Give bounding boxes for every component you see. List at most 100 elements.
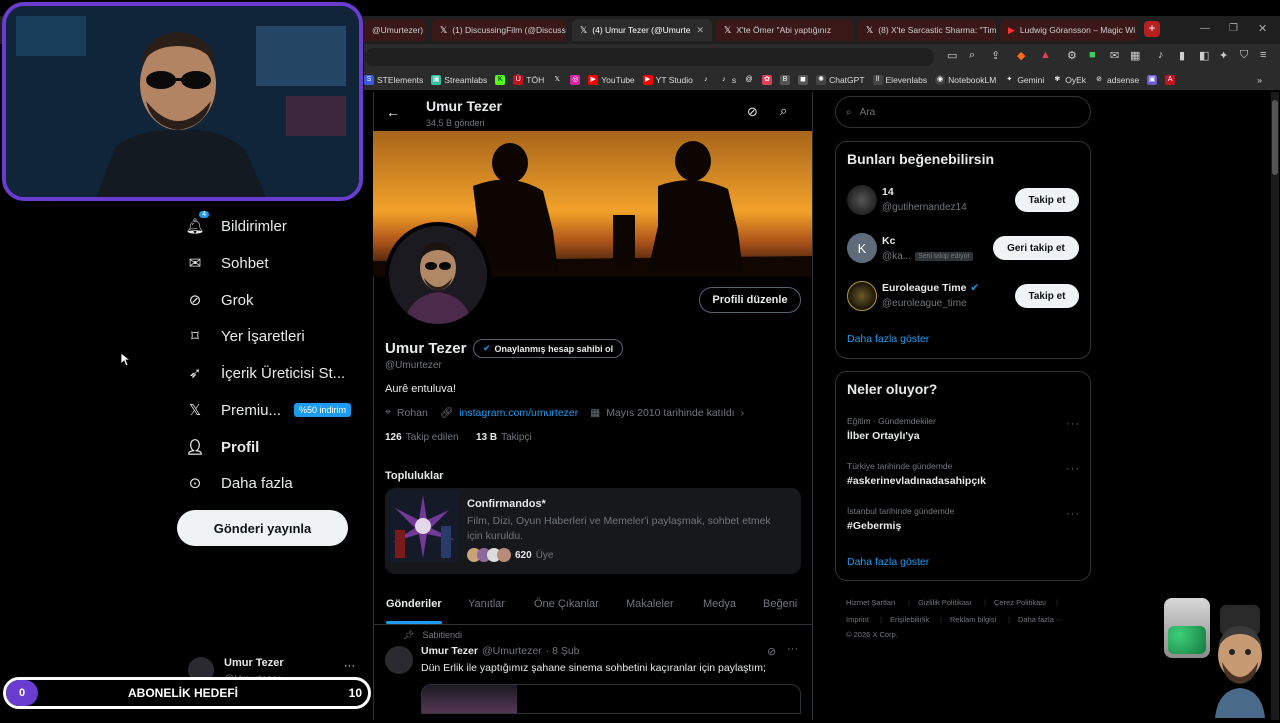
bookmark[interactable]: B bbox=[780, 75, 791, 85]
bookmark[interactable]: ✺ ChatGPT bbox=[816, 75, 865, 85]
footer-link-ads-info[interactable]: Reklam bilgisi bbox=[950, 615, 996, 624]
nav-creator-studio[interactable]: ➶ İçerik Üreticisi St... bbox=[186, 364, 345, 383]
browser-tab[interactable]: 𝕏 (1) DiscussingFilm (@Discussi bbox=[432, 19, 566, 41]
trend-topic[interactable]: İlber Ortaylı'ya bbox=[847, 430, 920, 442]
bookmark[interactable]: 𝕏 bbox=[552, 75, 562, 85]
bookmark[interactable]: ✦ Gemini bbox=[1004, 75, 1044, 85]
trend-more-icon[interactable]: ··· bbox=[1066, 508, 1080, 520]
nav-profile[interactable]: 👤︎ Profil bbox=[185, 438, 259, 457]
tab-media[interactable]: Medya bbox=[703, 598, 736, 610]
footer-link-imprint[interactable]: Imprint bbox=[846, 615, 869, 624]
bookmark[interactable]: ◎ bbox=[570, 75, 581, 85]
footer-link-more[interactable]: Daha fazla ··· bbox=[1018, 615, 1063, 624]
share-icon[interactable]: ⇪ bbox=[991, 49, 1000, 62]
search-input[interactable]: ⌕ Ara bbox=[835, 96, 1091, 128]
bookmark[interactable]: ♪ bbox=[701, 75, 711, 85]
browser-tab[interactable]: 𝕏 X'te Ömer "Abi yaptığınız bbox=[716, 19, 854, 41]
bookmark[interactable]: Ü TÖH bbox=[513, 75, 544, 85]
profile-avatar[interactable] bbox=[385, 222, 491, 328]
search-icon[interactable]: ⌕ bbox=[780, 103, 787, 119]
browser-tab[interactable]: 𝕏 (8) X'te Sarcastic Sharma: "Tim bbox=[858, 19, 996, 41]
bookmark[interactable]: ♪ s bbox=[719, 75, 736, 85]
footer-link-cookies[interactable]: Çerez Politikası bbox=[994, 598, 1046, 607]
footer-link-terms[interactable]: Hizmet Şartları bbox=[846, 598, 896, 607]
maximize-icon[interactable]: ❐ bbox=[1229, 23, 1238, 34]
bookmark[interactable]: ✿ bbox=[762, 75, 773, 85]
grok-analyze-icon[interactable]: ⊘ bbox=[747, 104, 758, 120]
tab-articles[interactable]: Makaleler bbox=[626, 598, 674, 610]
show-more-link[interactable]: Daha fazla göster bbox=[847, 333, 929, 345]
suggestion-name[interactable]: Kc bbox=[882, 235, 895, 247]
close-icon[interactable]: ✕ bbox=[696, 25, 704, 36]
back-arrow-icon[interactable]: ← bbox=[386, 104, 400, 120]
cast-icon[interactable]: ▭ bbox=[947, 49, 957, 62]
new-tab-button[interactable]: + bbox=[1144, 21, 1160, 37]
bookmark[interactable]: ▣ bbox=[1147, 75, 1158, 85]
bookmark[interactable]: ◼ bbox=[798, 75, 809, 85]
window-close-icon[interactable]: ✕ bbox=[1258, 22, 1267, 35]
scrollbar-thumb[interactable] bbox=[1272, 100, 1278, 175]
browser-tab[interactable]: ▶ Ludwig Göransson – Magic Wi bbox=[1000, 19, 1138, 41]
follow-button[interactable]: Takip et bbox=[1015, 188, 1079, 212]
bookmark[interactable]: K bbox=[495, 75, 506, 85]
footer-link-accessibility[interactable]: Erişilebilirlik bbox=[890, 615, 929, 624]
browser-tab-active[interactable]: 𝕏 (4) Umur Tezer (@Umurte ✕ bbox=[572, 19, 712, 41]
suggestion-avatar[interactable] bbox=[847, 185, 877, 215]
more-bookmarks-icon[interactable]: » bbox=[1257, 75, 1262, 85]
nav-grok[interactable]: ⊘ Grok bbox=[186, 291, 254, 310]
extension-icon[interactable]: ▦ bbox=[1130, 49, 1140, 62]
following-stat[interactable]: 126 Takip edilen bbox=[385, 432, 459, 443]
suggestion-avatar[interactable]: K bbox=[847, 233, 877, 263]
trend-more-icon[interactable]: ··· bbox=[1066, 463, 1080, 475]
nav-chat[interactable]: ✉ Sohbet bbox=[186, 254, 269, 273]
nav-more[interactable]: ⊙ Daha fazla bbox=[186, 474, 293, 493]
menu-icon[interactable]: ≡ bbox=[1260, 49, 1266, 61]
suggestion-name[interactable]: 14 bbox=[882, 186, 894, 198]
bookmark[interactable]: S STElements bbox=[364, 75, 423, 85]
profile-website-link[interactable]: instagram.com/umurtezer bbox=[459, 407, 578, 419]
get-verified-button[interactable]: ✔ Onaylanmış hesap sahibi ol bbox=[473, 339, 624, 358]
footer-link-privacy[interactable]: Gizlilik Politikası bbox=[918, 598, 972, 607]
post-button[interactable]: Gönderi yayınla bbox=[177, 510, 348, 546]
minimize-icon[interactable]: — bbox=[1200, 23, 1210, 34]
suggestion-name-row[interactable]: Euroleague Time ✔ bbox=[882, 282, 979, 294]
account-name[interactable]: Umur Tezer bbox=[224, 657, 284, 669]
ai-icon[interactable]: ✦ bbox=[1219, 49, 1228, 62]
trend-topic[interactable]: #Gebermiş bbox=[847, 520, 901, 532]
trend-more-icon[interactable]: ··· bbox=[1066, 418, 1080, 430]
bookmark[interactable]: ▶ YT Studio bbox=[642, 75, 693, 85]
tab-replies[interactable]: Yanıtlar bbox=[468, 598, 505, 610]
extension-icon[interactable]: ■ bbox=[1089, 49, 1096, 61]
nav-premium[interactable]: 𝕏 Premiu... %50 indirim bbox=[186, 401, 352, 419]
trends-show-more-link[interactable]: Daha fazla göster bbox=[847, 556, 929, 568]
bookmark[interactable]: ⊘ adsense bbox=[1094, 75, 1139, 85]
edit-profile-button[interactable]: Profili düzenle bbox=[699, 287, 801, 313]
extension-icon[interactable]: ✉ bbox=[1110, 49, 1119, 62]
trend-topic[interactable]: #askerinevladınadasahipçık bbox=[847, 475, 986, 487]
follow-back-button[interactable]: Geri takip et bbox=[993, 236, 1079, 260]
browser-tab[interactable]: @Umurtezer) bbox=[364, 19, 426, 41]
grok-icon[interactable]: ⊘ bbox=[767, 645, 776, 658]
followers-stat[interactable]: 13 B Takipçi bbox=[476, 432, 532, 443]
tab-likes[interactable]: Beğeni bbox=[763, 598, 797, 610]
post-author-name[interactable]: Umur Tezer bbox=[421, 645, 478, 657]
follow-button[interactable]: Takip et bbox=[1015, 284, 1079, 308]
bookmark[interactable]: ll Elevenlabs bbox=[872, 75, 927, 85]
sidebar-icon[interactable]: ▮ bbox=[1179, 49, 1185, 62]
extension-icon[interactable]: ⚙ bbox=[1067, 49, 1077, 62]
music-icon[interactable]: ♪ bbox=[1158, 49, 1164, 61]
bookmark[interactable]: A bbox=[1165, 75, 1176, 85]
nav-bookmarks[interactable]: ⌑ Yer İşaretleri bbox=[186, 327, 305, 346]
account-menu-button[interactable]: ··· bbox=[344, 660, 355, 672]
bookmark[interactable]: ▶ YouTube bbox=[588, 75, 635, 85]
community-card[interactable]: Confirmandos* Film, Dizi, Oyun Haberleri… bbox=[385, 488, 801, 574]
vpn-icon[interactable]: ⛉ bbox=[1240, 49, 1248, 62]
rewards-icon[interactable]: ▲ bbox=[1040, 49, 1051, 61]
bookmark[interactable]: ◉ NotebookLM bbox=[935, 75, 996, 85]
post-more-icon[interactable]: ··· bbox=[787, 643, 798, 655]
chevron-right-icon[interactable]: › bbox=[741, 407, 745, 419]
post-avatar[interactable] bbox=[385, 646, 413, 674]
url-field[interactable] bbox=[364, 48, 934, 66]
bookmark[interactable]: @ bbox=[744, 75, 754, 85]
wallet-icon[interactable]: ◧ bbox=[1199, 49, 1209, 62]
